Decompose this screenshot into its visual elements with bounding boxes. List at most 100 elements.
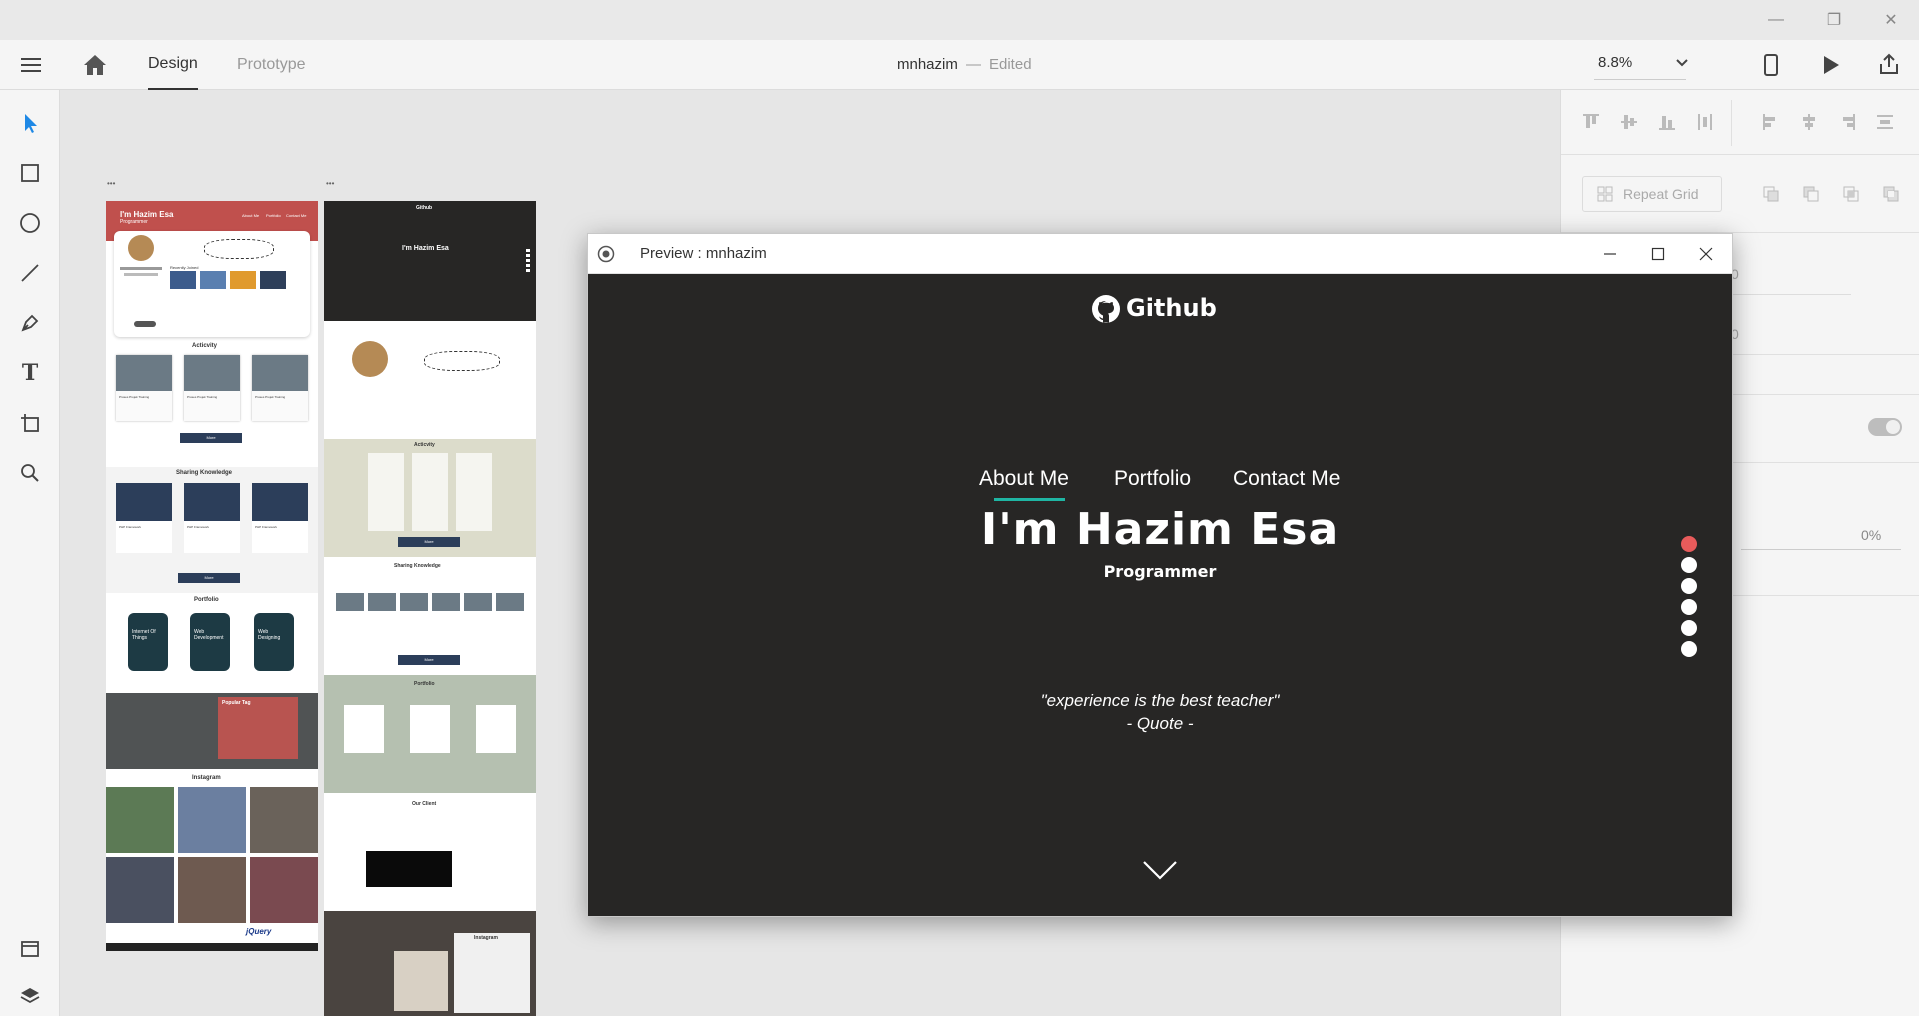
- align-left-icon[interactable]: [1761, 112, 1781, 132]
- document-name: mnhazim: [897, 56, 958, 73]
- exclude-icon[interactable]: [1881, 184, 1901, 204]
- play-icon[interactable]: [1820, 53, 1842, 77]
- record-icon[interactable]: [597, 245, 615, 263]
- align-right-icon[interactable]: [1837, 112, 1857, 132]
- artboard-a-instagram: Instagram jQuery: [106, 769, 318, 951]
- artboard-tool-icon[interactable]: [10, 403, 50, 443]
- nav-about-me[interactable]: About Me: [979, 467, 1069, 491]
- select-tool-icon[interactable]: [10, 103, 50, 143]
- artboard-b[interactable]: Github I'm Hazim Esa Acticvity More Shar…: [324, 201, 536, 1016]
- artboard-a-portfolio: Portfolio Internet Of Things Web Develop…: [106, 593, 318, 693]
- preview-titlebar[interactable]: Preview : mnhazim: [588, 234, 1732, 274]
- tools-panel: T: [0, 90, 60, 1016]
- device-preview-icon[interactable]: [1762, 53, 1780, 77]
- toggle-switch[interactable]: [1868, 418, 1902, 436]
- close-button[interactable]: ✕: [1868, 0, 1914, 40]
- boolean-group: [1761, 184, 1901, 204]
- quote-author: - Quote -: [1126, 714, 1194, 733]
- distribute-horizontal-icon[interactable]: [1875, 112, 1895, 132]
- subtract-icon[interactable]: [1801, 184, 1821, 204]
- page-dot-6[interactable]: [1681, 641, 1697, 657]
- page-dot-2[interactable]: [1681, 557, 1697, 573]
- minimize-button[interactable]: —: [1753, 0, 1799, 40]
- artboard-a-about-card: Recently Joined: [114, 231, 310, 337]
- artboard-a[interactable]: I'm Hazim Esa Programmer About Me Portfo…: [106, 201, 318, 951]
- preview-title: Preview : mnhazim: [640, 245, 767, 262]
- artboard-a-recently: Recently Joined: [170, 265, 199, 270]
- assets-panel-icon[interactable]: [10, 929, 50, 969]
- zoom-tool-icon[interactable]: [10, 453, 50, 493]
- grid-icon: [1597, 186, 1613, 202]
- preview-close-button[interactable]: [1684, 234, 1728, 274]
- align-middle-icon[interactable]: [1619, 112, 1639, 132]
- nav-contact-me[interactable]: Contact Me: [1233, 467, 1340, 491]
- quote-text: "experience is the best teacher": [1040, 691, 1280, 710]
- align-vertical-group: [1581, 112, 1727, 132]
- artboard-a-subtitle: Programmer: [120, 219, 148, 225]
- preview-window[interactable]: Preview : mnhazim Github About Me Portfo…: [587, 233, 1733, 917]
- align-horizontal-group: [1761, 112, 1907, 132]
- brand-name[interactable]: Github: [1126, 294, 1217, 322]
- hamburger-menu-icon[interactable]: [20, 55, 42, 75]
- scroll-down-chevron-icon[interactable]: [1142, 858, 1178, 882]
- repeat-grid-label: Repeat Grid: [1623, 186, 1699, 202]
- align-top-icon[interactable]: [1581, 112, 1601, 132]
- artboard-b-portfolio: Portfolio: [324, 675, 536, 793]
- app-toolbar: Design Prototype mnhazim — Edited 8.8%: [0, 40, 1919, 90]
- page-dot-3[interactable]: [1681, 578, 1697, 594]
- window-titlebar: — ❐ ✕: [0, 0, 1919, 40]
- opacity-slider[interactable]: [1741, 549, 1901, 550]
- page-dot-5[interactable]: [1681, 620, 1697, 636]
- artboard-a-sharing: Sharing Knowledge PHP Framework PHP Fram…: [106, 467, 318, 593]
- artboard-a-nav-2: Portfolio: [266, 213, 281, 218]
- document-status: Edited: [989, 56, 1032, 73]
- line-tool-icon[interactable]: [10, 253, 50, 293]
- home-icon[interactable]: [82, 53, 108, 77]
- preview-content: Github About Me Portfolio Contact Me I'm…: [588, 274, 1732, 916]
- opacity-value[interactable]: 0%: [1861, 527, 1881, 543]
- tab-design[interactable]: Design: [148, 40, 198, 90]
- artboard-a-label[interactable]: •••: [107, 180, 119, 188]
- artboard-b-about: [324, 321, 536, 439]
- chevron-down-icon[interactable]: [1674, 54, 1690, 70]
- zoom-level[interactable]: 8.8%: [1598, 54, 1632, 71]
- artboard-b-client: Our Client: [324, 793, 536, 911]
- layers-panel-icon[interactable]: [10, 976, 50, 1016]
- preview-minimize-button[interactable]: [1588, 234, 1632, 274]
- artboard-a-title: I'm Hazim Esa: [120, 210, 174, 219]
- artboard-a-calligraphy: [204, 239, 274, 259]
- artboard-a-activity-title: Acticvity: [192, 343, 218, 349]
- zoom-underline: [1594, 79, 1686, 80]
- share-icon[interactable]: [1877, 52, 1901, 76]
- artboard-a-activity: Acticvity Proses Projek Training Proses …: [106, 341, 318, 467]
- ellipse-tool-icon[interactable]: [10, 203, 50, 243]
- nav-active-underline: [994, 498, 1065, 501]
- artboard-b-hero: Github I'm Hazim Esa: [324, 201, 536, 321]
- github-icon[interactable]: [1091, 294, 1121, 324]
- hero-subtitle: Programmer: [1103, 562, 1217, 581]
- distribute-vertical-icon[interactable]: [1695, 112, 1715, 132]
- intersect-icon[interactable]: [1841, 184, 1861, 204]
- preview-maximize-button[interactable]: [1636, 234, 1680, 274]
- artboard-a-popular-tag: Popular Tag: [106, 693, 318, 769]
- nav-portfolio[interactable]: Portfolio: [1114, 467, 1191, 491]
- pen-tool-icon[interactable]: [10, 303, 50, 343]
- artboard-a-nav-1: About Me: [242, 213, 260, 218]
- text-tool-icon[interactable]: T: [10, 353, 50, 393]
- restore-button[interactable]: ❐: [1811, 0, 1857, 40]
- document-separator: —: [966, 56, 981, 73]
- artboard-b-instagram: Instagram: [324, 911, 536, 1016]
- artboard-b-label[interactable]: •••: [326, 180, 338, 188]
- page-dot-1[interactable]: [1681, 536, 1697, 552]
- page-dot-4[interactable]: [1681, 599, 1697, 615]
- tab-prototype[interactable]: Prototype: [237, 40, 305, 90]
- artboard-a-avatar: [128, 235, 154, 261]
- union-icon[interactable]: [1761, 184, 1781, 204]
- rectangle-tool-icon[interactable]: [10, 153, 50, 193]
- hero-title: I'm Hazim Esa: [980, 504, 1340, 555]
- artboard-b-activity: Acticvity More: [324, 439, 536, 557]
- align-bottom-icon[interactable]: [1657, 112, 1677, 132]
- repeat-grid-button[interactable]: Repeat Grid: [1582, 176, 1722, 212]
- artboard-a-nav-3: Contact Me: [286, 213, 307, 218]
- align-center-icon[interactable]: [1799, 112, 1819, 132]
